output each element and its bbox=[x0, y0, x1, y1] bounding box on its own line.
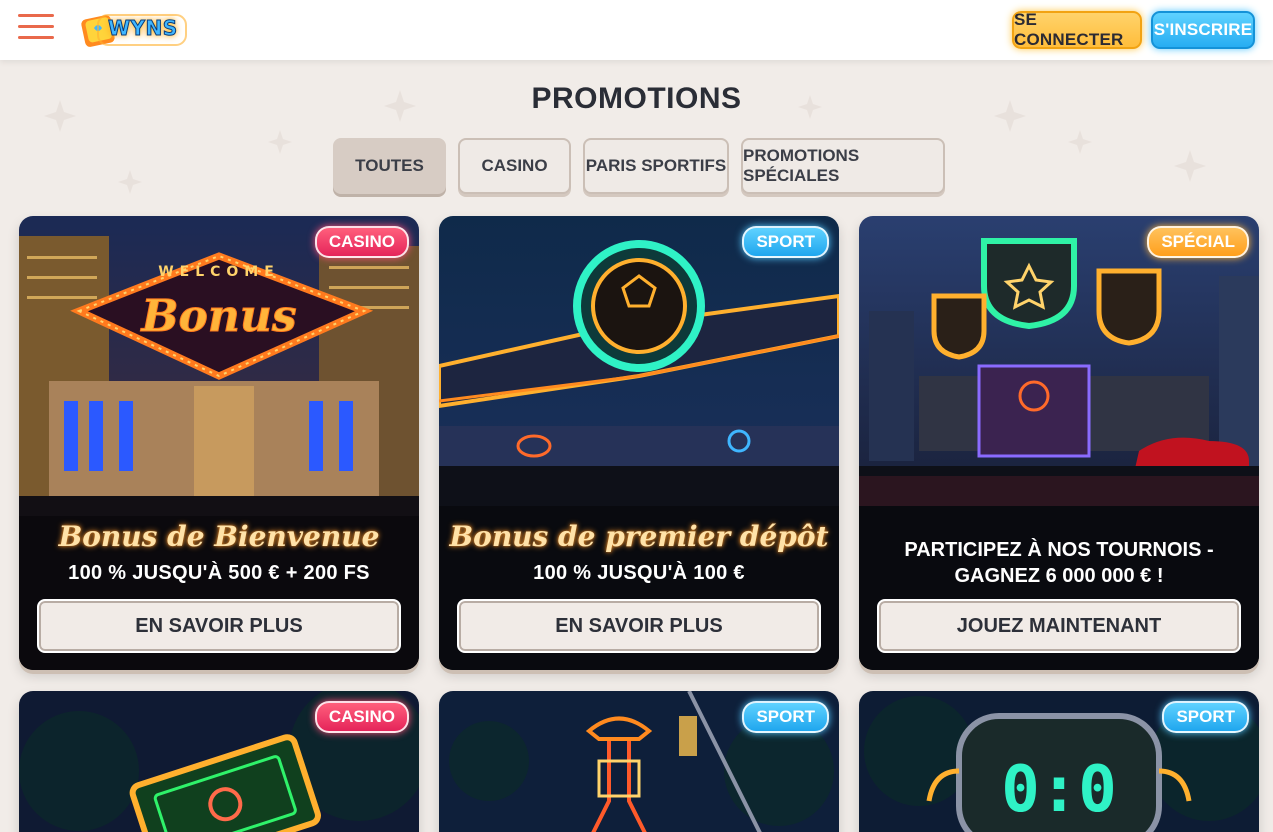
promo-title: Bonus de premier dépôt bbox=[449, 520, 829, 553]
learn-more-button[interactable]: EN SAVOIR PLUS bbox=[37, 599, 401, 653]
casino-badge: CASINO bbox=[314, 226, 409, 258]
page-title: PROMOTIONS bbox=[531, 82, 742, 115]
promo-card-tournaments: SPÉCIAL PARTICIPEZ À NOS TOURNOIS - GAGN… bbox=[859, 216, 1259, 670]
hamburger-icon[interactable] bbox=[18, 14, 54, 44]
art-score-text: 0:0 bbox=[1001, 753, 1117, 827]
tab-casino[interactable]: CASINO bbox=[458, 138, 571, 194]
art-welcome-sign: WELCOME bbox=[158, 264, 280, 280]
promo-title: PARTICIPEZ À NOS TOURNOIS - GAGNEZ 6 000… bbox=[904, 539, 1214, 587]
casino-badge: CASINO bbox=[314, 701, 409, 733]
promo-card-first-deposit: SPORT Bonus de premier dépôt 100 % JUSQU… bbox=[439, 216, 839, 670]
tab-sports-betting[interactable]: PARIS SPORTIFS bbox=[583, 138, 729, 194]
promo-card-welcome-bonus: Bonus WELCOME CASINO Bonus de Bienvenue … bbox=[19, 216, 419, 670]
learn-more-button[interactable]: EN SAVOIR PLUS bbox=[457, 599, 821, 653]
top-header: WYNS SE CONNECTER S'INSCRIRE bbox=[0, 0, 1273, 60]
play-now-button[interactable]: JOUEZ MAINTENANT bbox=[877, 599, 1241, 653]
promo-card-sport-cowboy: SPORT bbox=[439, 691, 839, 832]
signup-button[interactable]: S'INSCRIRE bbox=[1151, 11, 1255, 49]
sport-badge: SPORT bbox=[742, 226, 829, 258]
wyns-logo[interactable]: WYNS bbox=[80, 9, 190, 51]
promo-card-casino-cash: CASINO bbox=[19, 691, 419, 832]
special-badge: SPÉCIAL bbox=[1147, 226, 1249, 258]
logo-text: WYNS bbox=[108, 16, 178, 41]
art-bonus-sign: Bonus bbox=[139, 291, 296, 342]
login-button[interactable]: SE CONNECTER bbox=[1012, 10, 1142, 49]
promo-subtitle: 100 % JUSQU'À 100 € bbox=[533, 562, 745, 584]
tab-special-promotions[interactable]: PROMOTIONS SPÉCIALES bbox=[741, 138, 945, 194]
tab-all[interactable]: TOUTES bbox=[333, 138, 446, 194]
sport-badge: SPORT bbox=[1162, 701, 1249, 733]
promo-subtitle: 100 % JUSQU'À 500 € + 200 FS bbox=[68, 562, 370, 584]
promo-card-sport-scoreboard: 0:0 SPORT bbox=[859, 691, 1259, 832]
sport-badge: SPORT bbox=[742, 701, 829, 733]
promo-title: Bonus de Bienvenue bbox=[58, 520, 380, 553]
